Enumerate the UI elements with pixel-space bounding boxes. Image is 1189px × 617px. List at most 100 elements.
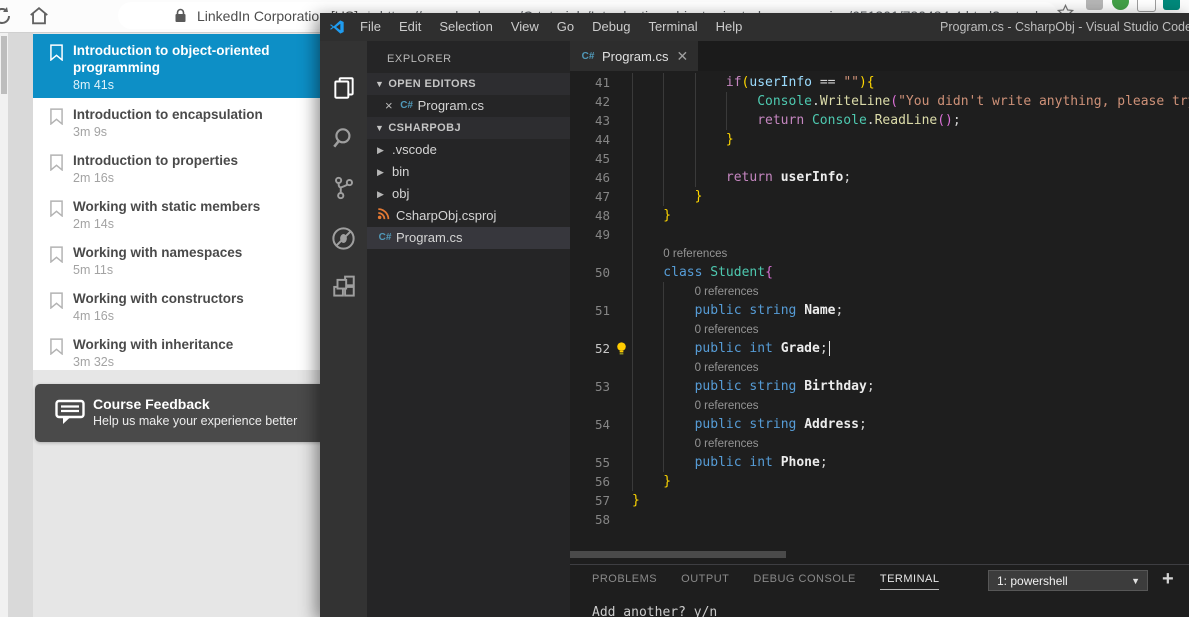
menu-item-debug[interactable]: Debug [583, 13, 639, 41]
line-number [570, 396, 610, 415]
open-editor-item[interactable]: × C# Program.cs [367, 95, 570, 117]
code-text: 0 references [632, 244, 1189, 263]
search-icon[interactable] [320, 113, 367, 163]
menu-item-help[interactable]: Help [707, 13, 752, 41]
explorer-icon[interactable] [320, 63, 367, 113]
codelens-references[interactable]: 0 references [663, 248, 727, 260]
page-scrollbar[interactable] [0, 33, 8, 617]
bookmark-icon[interactable] [50, 44, 63, 66]
indent-guide [632, 415, 663, 434]
open-editor-file-label: Program.cs [417, 98, 485, 113]
codelens-references[interactable]: 0 references [695, 324, 759, 336]
code-token: == [812, 75, 844, 90]
open-editors-header[interactable]: ▼ OPEN EDITORS [367, 73, 570, 95]
bookmark-icon[interactable] [50, 292, 63, 314]
indent-guide [663, 111, 694, 130]
close-icon[interactable]: ✕ [676, 48, 688, 65]
lesson-duration: 8m 41s [73, 78, 114, 92]
indent-guide [632, 301, 663, 320]
code-token: Student [710, 265, 766, 280]
page-scrollbar-thumb[interactable] [1, 36, 7, 94]
code-text: public int Grade; [632, 339, 1189, 358]
panel-tab-problems[interactable]: PROBLEMS [592, 573, 657, 590]
lesson-item[interactable]: Working with namespaces 5m 11s [33, 236, 333, 282]
vscode-window: File Edit Selection View Go Debug Terminal Help… [320, 13, 1189, 617]
extensions-icon[interactable] [320, 263, 367, 313]
panel-tab-terminal[interactable]: TERMINAL [879, 573, 940, 590]
menu-item-view[interactable]: View [502, 13, 548, 41]
code-token: ReadLine [874, 113, 938, 128]
close-icon[interactable]: × [385, 95, 393, 117]
bookmark-icon[interactable] [50, 338, 63, 360]
lesson-item[interactable]: Introduction to encapsulation 3m 9s [33, 98, 333, 144]
menu-item-go[interactable]: Go [548, 13, 583, 41]
debug-icon[interactable] [320, 213, 367, 263]
scrollbar-thumb[interactable] [570, 551, 786, 558]
codelens-references[interactable]: 0 references [695, 362, 759, 374]
file-tree: ▶ .vscode ▶ bin ▶ obj CsharpObj.csproj C# Progra… [367, 139, 570, 249]
tree-item-csharpobj-csproj[interactable]: CsharpObj.csproj [367, 205, 570, 227]
panel-tab-output[interactable]: OUTPUT [681, 573, 729, 590]
indent-guide [632, 434, 663, 453]
bookmark-icon[interactable] [50, 200, 63, 222]
lightbulb-icon[interactable] [610, 339, 632, 358]
bookmark-icon[interactable] [50, 154, 63, 176]
tree-item-program-cs[interactable]: C# Program.cs [367, 227, 570, 249]
codelens-row: 0 references [570, 320, 1189, 339]
lesson-duration: 5m 11s [73, 263, 114, 277]
tree-item--vscode[interactable]: ▶ .vscode [367, 139, 570, 161]
codelens-references[interactable]: 0 references [695, 438, 759, 450]
new-terminal-button[interactable]: + [1162, 568, 1174, 591]
menu-item-file[interactable]: File [351, 13, 390, 41]
tab-program-cs[interactable]: C# Program.cs ✕ [570, 41, 699, 71]
screen: LinkedIn Corporation [US] | https://www.… [0, 0, 1189, 617]
indent-guide [726, 111, 757, 130]
extension-icon-1[interactable] [1086, 0, 1103, 10]
codelens-references[interactable]: 0 references [695, 286, 759, 298]
menu-item-terminal[interactable]: Terminal [639, 13, 706, 41]
extension-icon-3[interactable] [1137, 0, 1156, 12]
tree-item-bin[interactable]: ▶ bin [367, 161, 570, 183]
line-number: 54 [594, 417, 610, 432]
code-token: } [663, 474, 672, 489]
indent-guide [663, 301, 694, 320]
lesson-item[interactable]: Introduction to object-oriented programm… [33, 34, 333, 98]
extension-icon-4[interactable] [1163, 0, 1180, 10]
line-number [570, 282, 610, 301]
gutter-space [610, 149, 632, 168]
lesson-item[interactable]: Working with constructors 4m 16s [33, 282, 333, 328]
lesson-item[interactable]: Introduction to properties 2m 16s [33, 144, 333, 190]
bookmark-icon[interactable] [50, 246, 63, 268]
indent-guide [632, 472, 663, 491]
activity-bar [320, 41, 367, 617]
code-line: 57} [570, 491, 1189, 510]
shell-selector-dropdown[interactable]: 1: powershell ▼ [988, 570, 1148, 591]
lesson-item[interactable]: Working with static members 2m 14s [33, 190, 333, 236]
code-token: public [694, 417, 742, 432]
indent-guide [632, 377, 663, 396]
source-control-icon[interactable] [320, 163, 367, 213]
codelens-references[interactable]: 0 references [695, 400, 759, 412]
reload-icon[interactable] [0, 5, 13, 32]
code-editor[interactable]: 41 if(userInfo == ""){42 Console.WriteLine… [570, 73, 1189, 529]
tree-item-obj[interactable]: ▶ obj [367, 183, 570, 205]
line-number: 43 [594, 113, 610, 128]
code-token: int [749, 341, 773, 356]
bookmark-icon[interactable] [50, 108, 63, 130]
course-feedback-banner[interactable]: Course Feedback Help us make your experi… [35, 384, 335, 442]
menu-item-edit[interactable]: Edit [390, 13, 430, 41]
panel-tab-debug-console[interactable]: DEBUG CONSOLE [753, 573, 855, 590]
tree-item-label: .vscode [392, 142, 437, 157]
menu-item-selection[interactable]: Selection [430, 13, 501, 41]
line-number: 47 [594, 189, 610, 204]
home-icon[interactable] [28, 5, 50, 32]
editor-horizontal-scrollbar[interactable] [570, 551, 1189, 558]
project-folder-header[interactable]: ▼ CSHARPOBJ [367, 117, 570, 139]
lesson-item[interactable]: Working with inheritance 3m 32s [33, 328, 333, 370]
feedback-subtitle: Help us make your experience better [93, 414, 298, 428]
code-token: } [725, 132, 734, 147]
extension-icon-2[interactable] [1112, 0, 1129, 10]
